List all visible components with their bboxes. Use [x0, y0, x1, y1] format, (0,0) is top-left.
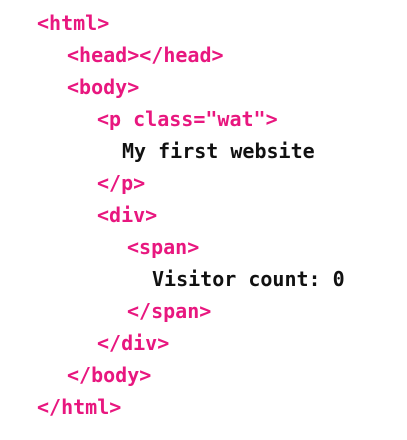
code-snippet: <html> <head></head> <body> <p class="wa… — [0, 0, 407, 440]
code-line-span-text: Visitor count: 0 — [152, 267, 345, 291]
code-line-span-close: </span> — [127, 299, 212, 323]
code-line-head: <head></head> — [67, 43, 224, 67]
code-line-div-close: </div> — [97, 331, 170, 355]
code-line-html-close: </html> — [37, 395, 122, 419]
code-line-p-open: <p class="wat"> — [97, 107, 278, 131]
code-line-html-open: <html> — [37, 11, 110, 35]
code-line-p-text: My first website — [122, 139, 315, 163]
code-line-div-open: <div> — [97, 203, 158, 227]
code-line-body-close: </body> — [67, 363, 152, 387]
code-line-span-open: <span> — [127, 235, 200, 259]
code-line-p-close: </p> — [97, 171, 146, 195]
code-line-body-open: <body> — [67, 75, 140, 99]
